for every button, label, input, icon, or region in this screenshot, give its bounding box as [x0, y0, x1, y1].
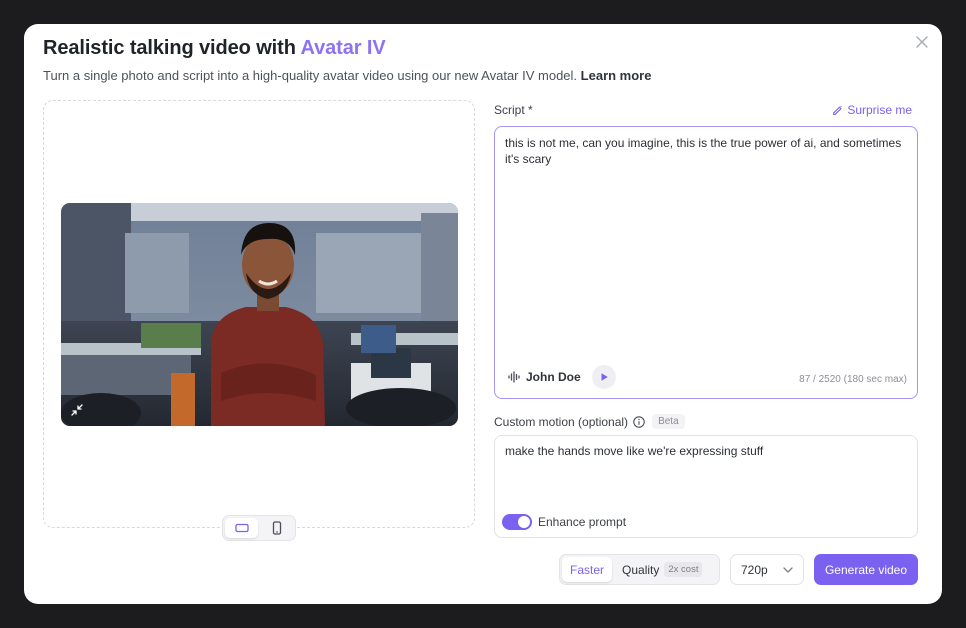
landscape-button[interactable]: [225, 518, 258, 538]
title-prefix: Realistic talking video with: [43, 37, 301, 59]
resolution-select[interactable]: 720p: [730, 554, 804, 585]
mode-quality-label: Quality: [622, 562, 660, 577]
beta-badge: Beta: [652, 414, 685, 429]
motion-text: make the hands move like we're expressin…: [505, 444, 764, 458]
mode-quality-button[interactable]: Quality 2x cost: [614, 557, 710, 582]
learn-more-link[interactable]: Learn more: [581, 68, 652, 83]
title-accent: Avatar IV: [300, 37, 386, 59]
collapse-icon: [71, 404, 83, 416]
modal-subtitle: Turn a single photo and script into a hi…: [43, 68, 651, 83]
generate-video-button[interactable]: Generate video: [814, 554, 918, 585]
surprise-me-button[interactable]: Surprise me: [832, 103, 912, 117]
script-label: Script *: [494, 103, 533, 117]
motion-label-row: Custom motion (optional) Beta: [494, 414, 685, 429]
enhance-prompt-label: Enhance prompt: [538, 515, 627, 529]
mode-selector: Faster Quality 2x cost: [559, 554, 720, 585]
resolution-value: 720p: [741, 562, 768, 577]
motion-textarea[interactable]: make the hands move like we're expressin…: [494, 435, 918, 538]
landscape-icon: [234, 523, 249, 533]
close-button[interactable]: [912, 32, 932, 52]
mode-faster-label: Faster: [570, 562, 605, 577]
voice-selector[interactable]: John Doe: [508, 365, 616, 389]
mode-faster-button[interactable]: Faster: [562, 557, 613, 582]
enhance-prompt-toggle[interactable]: [502, 514, 532, 530]
info-icon[interactable]: [633, 415, 645, 428]
phone-icon: [272, 521, 281, 535]
close-icon: [916, 36, 928, 48]
avatar-modal: Realistic talking video with Avatar IV T…: [24, 24, 942, 604]
modal-title: Realistic talking video with Avatar IV: [43, 37, 386, 60]
avatar-preview-area[interactable]: [43, 100, 475, 528]
char-count: 87 / 2520 (180 sec max): [799, 374, 907, 385]
script-textarea[interactable]: this is not me, can you imagine, this is…: [494, 126, 918, 399]
motion-label: Custom motion (optional): [494, 414, 629, 429]
play-icon: [601, 373, 608, 381]
avatar-photo: [61, 203, 458, 426]
chevron-down-icon: [783, 566, 793, 573]
enhance-prompt-row: Enhance prompt: [502, 514, 626, 530]
orientation-toggle: [222, 515, 296, 541]
audio-wave-icon: [508, 371, 520, 383]
subtitle-text: Turn a single photo and script into a hi…: [43, 68, 578, 83]
play-voice-button[interactable]: [591, 365, 616, 389]
surprise-me-label: Surprise me: [847, 103, 912, 117]
voice-name: John Doe: [526, 370, 581, 384]
collapse-button[interactable]: [69, 402, 85, 418]
pencil-sparkle-icon: [833, 105, 843, 115]
quality-cost-badge: 2x cost: [664, 562, 703, 577]
script-text: this is not me, can you imagine, this is…: [505, 136, 902, 166]
portrait-button[interactable]: [260, 518, 293, 538]
